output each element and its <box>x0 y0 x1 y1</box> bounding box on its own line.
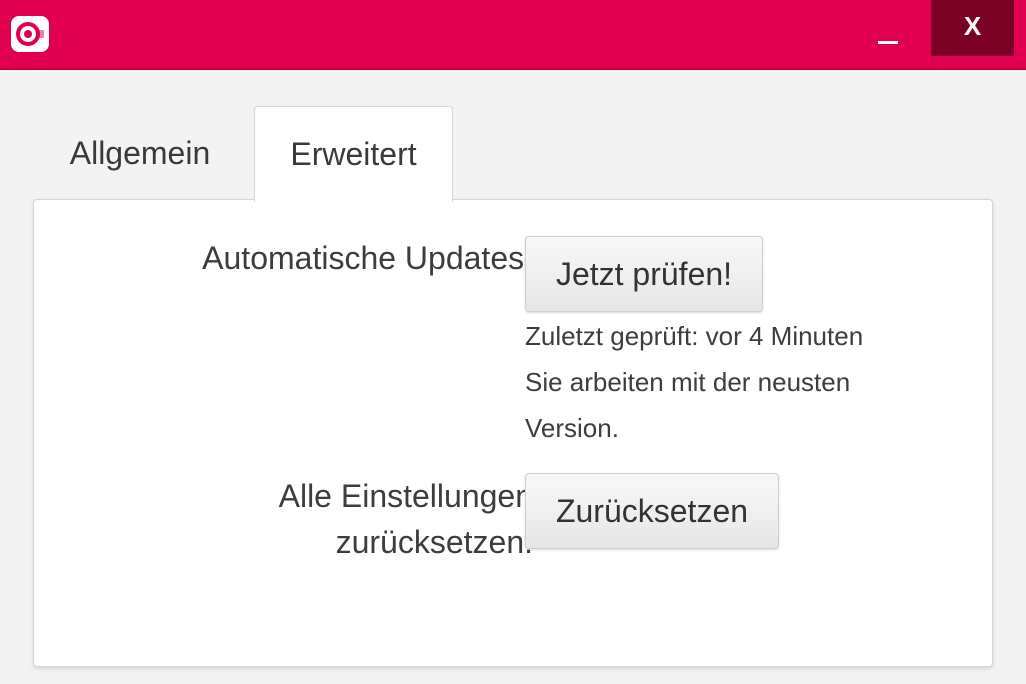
camera-record-icon <box>11 16 49 52</box>
reset-button[interactable]: Zurücksetzen <box>525 473 779 549</box>
last-checked-text: Zuletzt geprüft: vor 4 Minuten <box>525 321 864 351</box>
title-bar[interactable]: X <box>0 0 1026 70</box>
settings-window: X Allgemein Erweitert Automatische Updat… <box>0 0 1026 684</box>
close-button[interactable]: X <box>931 0 1014 56</box>
tab-allgemein[interactable]: Allgemein <box>40 106 240 200</box>
check-now-button[interactable]: Jetzt prüfen! <box>525 236 763 312</box>
version-status-text: Sie arbeiten mit der neusten Version. <box>525 367 851 443</box>
minimize-icon <box>878 40 898 44</box>
reset-label-line1: Alle Einstellungen <box>278 478 533 514</box>
minimize-button[interactable] <box>858 0 918 56</box>
reset-label-line2: zurücksetzen: <box>335 524 533 560</box>
tab-erweitert[interactable]: Erweitert <box>254 106 453 202</box>
reset-settings-label: Alle Einstellungen zurücksetzen: <box>279 473 533 565</box>
automatic-updates-label: Automatische Updates: <box>202 240 533 276</box>
